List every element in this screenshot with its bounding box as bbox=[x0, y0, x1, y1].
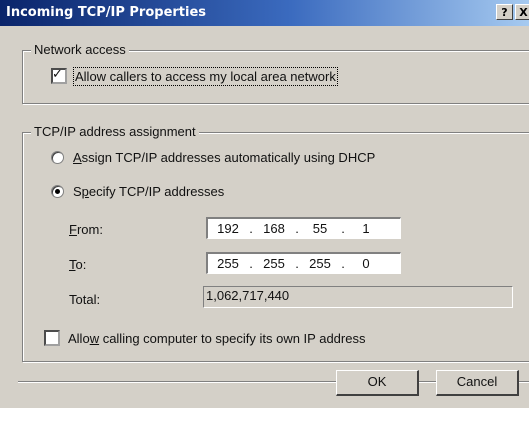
from-ip-field[interactable]: 192. 168. 55. 1 bbox=[206, 217, 401, 239]
allow-own-ip-option[interactable]: Allow calling computer to specify its ow… bbox=[44, 330, 365, 346]
total-value: 1,062,717,440 bbox=[203, 286, 513, 308]
network-access-legend: Network access bbox=[31, 42, 129, 57]
from-octet-1[interactable]: 192 bbox=[208, 221, 248, 236]
allow-own-ip-checkbox[interactable] bbox=[44, 330, 60, 346]
tcpip-properties-dialog: Incoming TCP/IP Properties ? X Network a… bbox=[0, 0, 529, 408]
allow-lan-checkbox[interactable]: ✓ bbox=[51, 66, 67, 84]
network-access-group: Network access ✓ Allow callers to access… bbox=[22, 42, 529, 104]
help-icon[interactable]: ? bbox=[496, 4, 513, 20]
to-octet-3[interactable]: 255 bbox=[300, 256, 340, 271]
ip-assignment-legend: TCP/IP address assignment bbox=[31, 124, 199, 139]
allow-own-ip-label[interactable]: Allow calling computer to specify its ow… bbox=[68, 331, 365, 346]
to-ip-field[interactable]: 255. 255. 255. 0 bbox=[206, 252, 401, 274]
ip-assignment-group: TCP/IP address assignment Assign TCP/IP … bbox=[22, 124, 529, 362]
specify-label[interactable]: Specify TCP/IP addresses bbox=[73, 184, 224, 199]
to-octet-2[interactable]: 255 bbox=[254, 256, 294, 271]
from-octet-4[interactable]: 1 bbox=[346, 221, 386, 236]
from-label: From: bbox=[69, 222, 103, 237]
checkmark-icon: ✓ bbox=[52, 66, 63, 81]
allow-lan-label[interactable]: Allow callers to access my local area ne… bbox=[73, 66, 338, 86]
title-bar[interactable]: Incoming TCP/IP Properties ? X bbox=[0, 0, 529, 26]
to-label: To: bbox=[69, 257, 87, 272]
specify-radio[interactable] bbox=[51, 185, 64, 198]
to-octet-1[interactable]: 255 bbox=[208, 256, 248, 271]
from-octet-3[interactable]: 55 bbox=[300, 221, 340, 236]
dhcp-option[interactable]: Assign TCP/IP addresses automatically us… bbox=[51, 150, 375, 165]
radio-selected-dot bbox=[55, 189, 60, 194]
dhcp-radio[interactable] bbox=[51, 151, 64, 164]
total-label: Total: bbox=[69, 292, 101, 307]
cancel-button[interactable]: Cancel bbox=[436, 370, 519, 396]
dhcp-label[interactable]: Assign TCP/IP addresses automatically us… bbox=[73, 150, 375, 165]
ok-button[interactable]: OK bbox=[336, 370, 419, 396]
from-octet-2[interactable]: 168 bbox=[254, 221, 294, 236]
specify-option[interactable]: Specify TCP/IP addresses bbox=[51, 184, 224, 199]
to-octet-4[interactable]: 0 bbox=[346, 256, 386, 271]
close-icon[interactable]: X bbox=[515, 4, 529, 20]
window-title: Incoming TCP/IP Properties bbox=[6, 5, 207, 20]
